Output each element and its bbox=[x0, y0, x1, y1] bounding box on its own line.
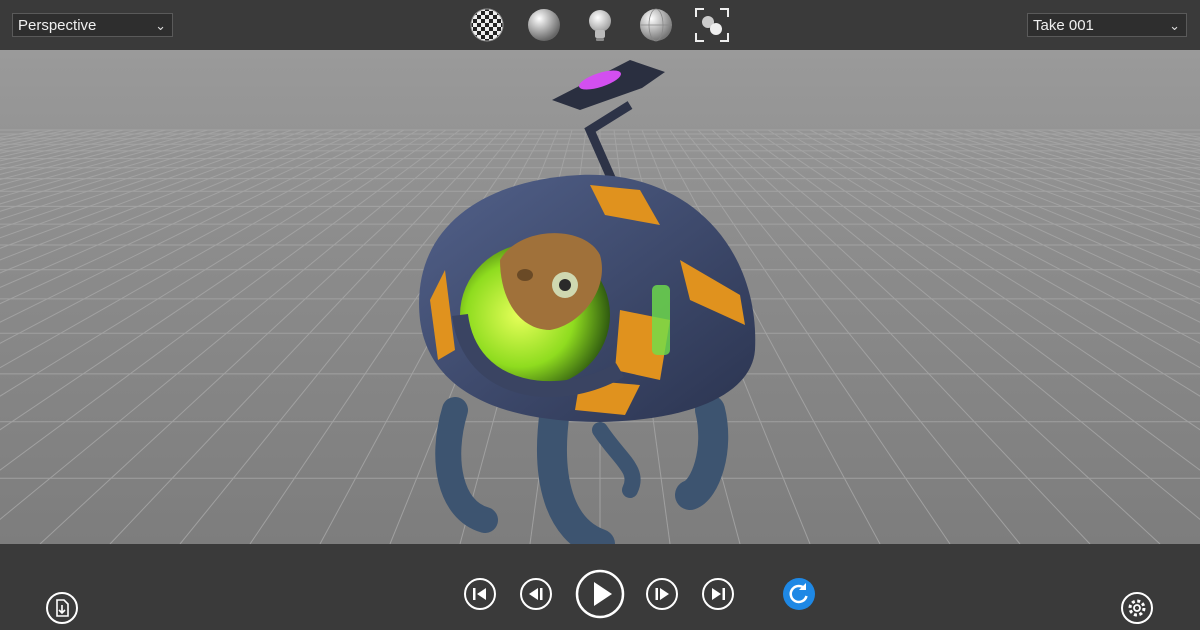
light-bulb-icon[interactable] bbox=[582, 7, 618, 43]
take-dropdown[interactable]: Take 001 ⌄ bbox=[1027, 13, 1187, 37]
chevron-down-icon: ⌄ bbox=[1169, 18, 1180, 33]
step-back-icon[interactable] bbox=[519, 577, 553, 611]
view-mode-value: Perspective bbox=[18, 17, 97, 34]
settings-gear-icon[interactable] bbox=[1120, 591, 1154, 625]
bottom-toolbar bbox=[0, 544, 1200, 630]
view-mode-dropdown[interactable]: Perspective ⌄ bbox=[12, 13, 173, 37]
3d-viewport[interactable] bbox=[0, 50, 1200, 544]
skip-to-end-icon[interactable] bbox=[701, 577, 735, 611]
wireframe-sphere-icon[interactable] bbox=[638, 7, 674, 43]
loop-icon[interactable] bbox=[782, 577, 816, 611]
checker-texture-icon[interactable] bbox=[469, 7, 505, 43]
top-toolbar: Perspective ⌄ Take 001 ⌄ bbox=[0, 0, 1200, 50]
take-value: Take 001 bbox=[1033, 17, 1094, 34]
frame-all-icon[interactable] bbox=[694, 7, 730, 43]
play-icon[interactable] bbox=[574, 568, 626, 620]
creature-model bbox=[419, 60, 756, 544]
skip-to-start-icon[interactable] bbox=[463, 577, 497, 611]
chevron-down-icon: ⌄ bbox=[155, 18, 166, 33]
step-forward-icon[interactable] bbox=[645, 577, 679, 611]
export-file-icon[interactable] bbox=[45, 591, 79, 625]
shaded-sphere-icon[interactable] bbox=[526, 7, 562, 43]
